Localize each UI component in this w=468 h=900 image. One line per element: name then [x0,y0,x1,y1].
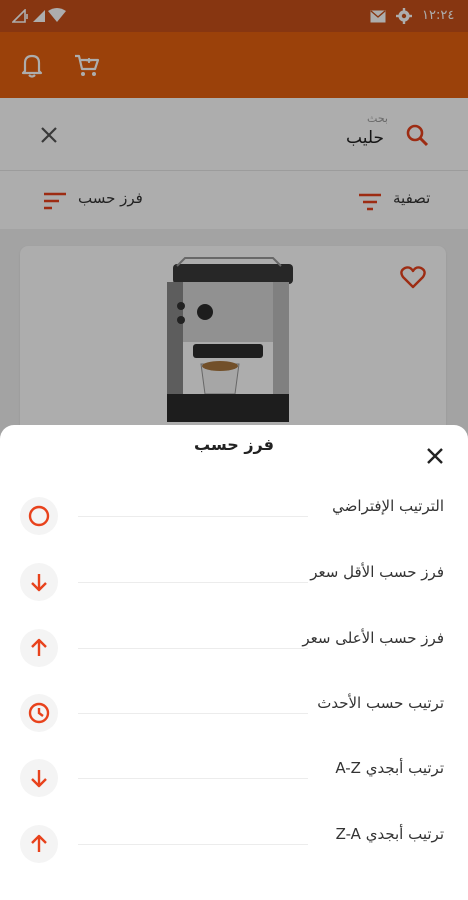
close-sheet-button[interactable] [420,441,450,471]
sort-option-label: ترتيب أبجدي A-Z [335,759,444,777]
sort-option-label: ترتيب حسب الأحدث [317,694,444,712]
divider [78,582,308,583]
sort-option-price-high[interactable]: فرز حسب الأعلى سعر [0,623,468,673]
arrow-up-icon [20,825,58,863]
sort-option-label: فرز حسب الأقل سعر [310,563,444,581]
sort-option-az[interactable]: ترتيب أبجدي A-Z [0,753,468,803]
sort-option-default[interactable]: الترتيب الإفتراضي [0,491,468,541]
sheet-title: فرز حسب [194,435,274,454]
arrow-down-icon [20,563,58,601]
sort-option-za[interactable]: ترتيب أبجدي Z-A [0,819,468,869]
divider [78,713,308,714]
sort-option-newest[interactable]: ترتيب حسب الأحدث [0,688,468,738]
sort-bottom-sheet: فرز حسب الترتيب الإفتراضي فرز حسب الأقل … [0,425,468,900]
circle-icon [20,497,58,535]
divider [78,516,308,517]
divider [78,844,308,845]
close-icon [427,448,443,464]
arrow-up-icon [20,629,58,667]
sort-option-label: الترتيب الإفتراضي [332,497,444,515]
clock-icon [20,694,58,732]
divider [78,648,308,649]
sort-option-label: ترتيب أبجدي Z-A [335,825,444,843]
divider [78,778,308,779]
arrow-down-icon [20,759,58,797]
sort-option-label: فرز حسب الأعلى سعر [302,629,444,647]
sort-option-price-low[interactable]: فرز حسب الأقل سعر [0,557,468,607]
